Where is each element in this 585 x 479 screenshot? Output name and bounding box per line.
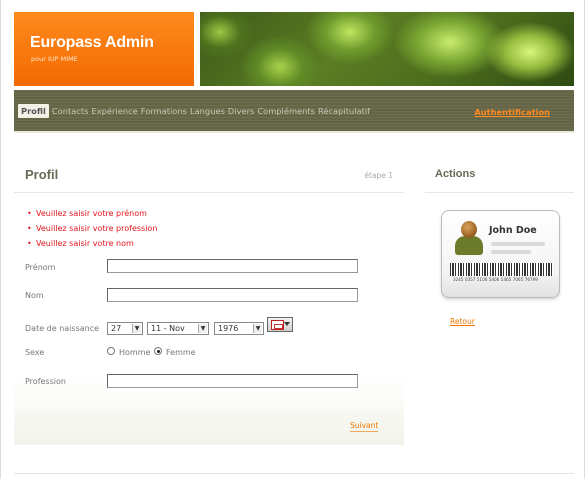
header-banner-image bbox=[200, 12, 574, 86]
sidebar-header: Actions bbox=[425, 147, 574, 193]
nom-label: Nom bbox=[25, 291, 44, 300]
card-placeholder-line bbox=[491, 242, 545, 246]
profile-card: John Doe 3245 0357 5106 5406 5465 7065 7… bbox=[441, 210, 560, 298]
profession-label: Profession bbox=[25, 377, 66, 386]
barcode-icon bbox=[450, 263, 553, 276]
card-placeholder-line bbox=[491, 250, 531, 254]
app-title: Europass Admin bbox=[30, 34, 154, 51]
nav-item-contacts[interactable]: Contacts bbox=[52, 106, 89, 116]
chevron-down-icon: ▼ bbox=[198, 324, 207, 333]
prenom-label: Prénom bbox=[25, 263, 56, 272]
nav-item-formations[interactable]: Formations bbox=[141, 106, 187, 116]
error-message: Veuillez saisir votre nom bbox=[26, 239, 157, 248]
birth-year-value: 1976 bbox=[218, 324, 239, 333]
nav-item-recapitulatif[interactable]: Récapitulatif bbox=[318, 106, 370, 116]
footer-divider bbox=[14, 473, 574, 474]
nav-item-profil[interactable]: Profil bbox=[18, 104, 49, 118]
birth-year-select[interactable]: 1976 ▼ bbox=[214, 322, 264, 335]
nav-item-complements[interactable]: Compléments bbox=[257, 106, 315, 116]
nav-item-langues[interactable]: Langues bbox=[190, 106, 225, 116]
form-header: Profil étape 1 bbox=[14, 147, 404, 193]
birth-month-value: 11 - Nov bbox=[151, 324, 185, 333]
chevron-down-icon: ▼ bbox=[132, 324, 141, 333]
birth-day-select[interactable]: 27 ▼ bbox=[107, 322, 143, 335]
prenom-input[interactable] bbox=[107, 259, 358, 273]
chevron-down-icon bbox=[284, 322, 290, 326]
sexe-label: Sexe bbox=[25, 348, 45, 357]
radio-homme[interactable] bbox=[107, 347, 115, 355]
chevron-down-icon: ▼ bbox=[253, 324, 262, 333]
profile-form-panel: Profil étape 1 Veuillez saisir votre pré… bbox=[14, 147, 404, 445]
main-nav: Profil Contacts Expérience Formations La… bbox=[14, 90, 574, 133]
avatar-head bbox=[461, 221, 477, 238]
card-name: John Doe bbox=[489, 225, 537, 236]
back-link[interactable]: Retour bbox=[450, 317, 475, 326]
profession-input[interactable] bbox=[107, 374, 358, 388]
page: Europass Admin pour IUP MIME Profil Cont… bbox=[0, 0, 585, 479]
birth-day-value: 27 bbox=[111, 324, 122, 333]
nav-item-divers[interactable]: Divers bbox=[228, 106, 254, 116]
birth-month-select[interactable]: 11 - Nov ▼ bbox=[147, 322, 209, 335]
nav-items: Profil Contacts Expérience Formations La… bbox=[18, 104, 370, 118]
error-message: Veuillez saisir votre prénom bbox=[26, 209, 157, 218]
radio-femme[interactable] bbox=[154, 347, 162, 355]
step-indicator: étape 1 bbox=[364, 171, 393, 180]
nav-item-experience[interactable]: Expérience bbox=[91, 106, 137, 116]
barcode-number: 3245 0357 5106 5406 5465 7065 76799 bbox=[453, 277, 538, 282]
radio-femme-label: Femme bbox=[166, 348, 196, 357]
page-title: Profil bbox=[25, 167, 59, 182]
calendar-icon bbox=[271, 320, 284, 330]
logo-block: Europass Admin pour IUP MIME bbox=[14, 12, 194, 86]
authentication-link[interactable]: Authentification bbox=[474, 107, 550, 117]
app-subtitle: pour IUP MIME bbox=[31, 55, 78, 63]
birth-date-label: Date de naissance bbox=[25, 324, 100, 333]
nom-input[interactable] bbox=[107, 288, 358, 302]
calendar-button[interactable] bbox=[267, 317, 293, 332]
radio-homme-label: Homme bbox=[119, 348, 151, 357]
sidebar-title: Actions bbox=[435, 168, 476, 180]
error-message: Veuillez saisir votre profession bbox=[26, 224, 157, 233]
avatar-icon bbox=[453, 221, 485, 255]
avatar-body bbox=[455, 236, 483, 255]
actions-sidebar: Actions John Doe 3245 0357 5106 5406 546… bbox=[425, 147, 574, 347]
next-button[interactable]: Suivant bbox=[350, 421, 379, 432]
error-list: Veuillez saisir votre prénom Veuillez sa… bbox=[26, 209, 157, 254]
